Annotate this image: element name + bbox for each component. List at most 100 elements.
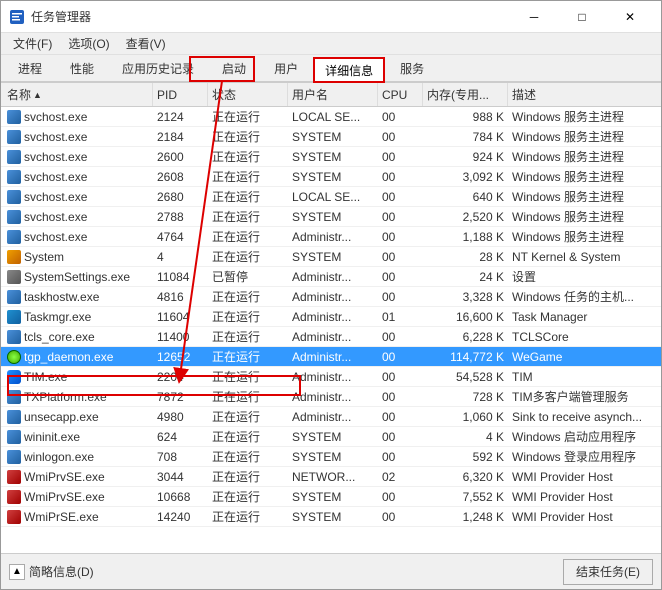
minimize-button[interactable]: ─: [511, 1, 557, 33]
footer: ▲ 简略信息(D) 结束任务(E): [1, 553, 661, 589]
tab-performance[interactable]: 性能: [57, 55, 107, 81]
cell-desc: Windows 服务主进程: [508, 168, 659, 185]
close-button[interactable]: ✕: [607, 1, 653, 33]
cell-status: 正在运行: [208, 408, 288, 425]
table-row[interactable]: System 4 正在运行 SYSTEM 00 28 K NT Kernel &…: [1, 247, 661, 267]
tab-users[interactable]: 用户: [261, 55, 311, 81]
col-desc[interactable]: 描述: [508, 83, 659, 106]
cell-pid: 11604: [153, 310, 208, 324]
cell-name: svchost.exe: [3, 210, 153, 224]
cell-pid: 2788: [153, 210, 208, 224]
col-status[interactable]: 状态: [208, 83, 288, 106]
cell-mem: 2,520 K: [423, 210, 508, 224]
col-user[interactable]: 用户名: [288, 83, 378, 106]
expand-button[interactable]: ▲: [9, 564, 25, 580]
cell-status: 正在运行: [208, 348, 288, 365]
cell-mem: 114,772 K: [423, 350, 508, 364]
table-row[interactable]: TXPlatform.exe 7872 正在运行 Administr... 00…: [1, 387, 661, 407]
col-cpu[interactable]: CPU: [378, 83, 423, 106]
menu-view[interactable]: 查看(V): [118, 33, 174, 54]
cell-cpu: 00: [378, 250, 423, 264]
cell-desc: Task Manager: [508, 310, 659, 324]
table-row[interactable]: taskhostw.exe 4816 正在运行 Administr... 00 …: [1, 287, 661, 307]
title-bar: 任务管理器 ─ □ ✕: [1, 1, 661, 33]
cell-desc: TIM: [508, 370, 659, 384]
col-mem[interactable]: 内存(专用...: [423, 83, 508, 106]
tab-startup[interactable]: 启动: [209, 55, 259, 81]
table-row[interactable]: svchost.exe 2600 正在运行 SYSTEM 00 924 K Wi…: [1, 147, 661, 167]
process-name: Taskmgr.exe: [24, 310, 91, 324]
cell-desc: TCLSCore: [508, 330, 659, 344]
tab-details[interactable]: 详细信息: [313, 57, 385, 83]
table-header: 名称 ▲ PID 状态 用户名 CPU 内存(专用...: [1, 83, 661, 107]
table-row[interactable]: svchost.exe 4764 正在运行 Administr... 00 1,…: [1, 227, 661, 247]
cell-user: Administr...: [288, 290, 378, 304]
cell-mem: 4 K: [423, 430, 508, 444]
table-row[interactable]: WmiPrSE.exe 14240 正在运行 SYSTEM 00 1,248 K…: [1, 507, 661, 527]
process-name: wininit.exe: [24, 430, 80, 444]
cell-mem: 640 K: [423, 190, 508, 204]
table-row[interactable]: svchost.exe 2788 正在运行 SYSTEM 00 2,520 K …: [1, 207, 661, 227]
col-name[interactable]: 名称 ▲: [3, 83, 153, 106]
process-name: System: [24, 250, 64, 264]
menu-options[interactable]: 选项(O): [60, 33, 117, 54]
table-row[interactable]: tcls_core.exe 11400 正在运行 Administr... 00…: [1, 327, 661, 347]
table-row[interactable]: svchost.exe 2608 正在运行 SYSTEM 00 3,092 K …: [1, 167, 661, 187]
cell-status: 正在运行: [208, 208, 288, 225]
menu-file[interactable]: 文件(F): [5, 33, 60, 54]
end-task-button[interactable]: 结束任务(E): [563, 559, 653, 585]
table-row[interactable]: svchost.exe 2184 正在运行 SYSTEM 00 784 K Wi…: [1, 127, 661, 147]
cell-mem: 6,320 K: [423, 470, 508, 484]
tab-processes[interactable]: 进程: [5, 55, 55, 81]
cell-desc: Windows 服务主进程: [508, 228, 659, 245]
table-row[interactable]: WmiPrvSE.exe 3044 正在运行 NETWOR... 02 6,32…: [1, 467, 661, 487]
cell-cpu: 00: [378, 290, 423, 304]
table-row[interactable]: svchost.exe 2124 正在运行 LOCAL SE... 00 988…: [1, 107, 661, 127]
table-row[interactable]: TIM.exe 2204 正在运行 Administr... 00 54,528…: [1, 367, 661, 387]
app-icon: [9, 9, 25, 25]
table-row[interactable]: unsecapp.exe 4980 正在运行 Administr... 00 1…: [1, 407, 661, 427]
process-name: taskhostw.exe: [24, 290, 99, 304]
table-row[interactable]: svchost.exe 2680 正在运行 LOCAL SE... 00 640…: [1, 187, 661, 207]
cell-name: SystemSettings.exe: [3, 270, 153, 284]
tab-app-history[interactable]: 应用历史记录: [109, 55, 207, 81]
table-row[interactable]: wininit.exe 624 正在运行 SYSTEM 00 4 K Windo…: [1, 427, 661, 447]
cell-desc: Windows 任务的主机...: [508, 288, 659, 305]
process-name: WmiPrvSE.exe: [24, 470, 105, 484]
tab-services[interactable]: 服务: [387, 55, 437, 81]
maximize-button[interactable]: □: [559, 1, 605, 33]
cell-status: 正在运行: [208, 168, 288, 185]
cell-name: TIM.exe: [3, 370, 153, 384]
table-row[interactable]: SystemSettings.exe 11084 已暂停 Administr..…: [1, 267, 661, 287]
cell-mem: 54,528 K: [423, 370, 508, 384]
cell-mem: 16,600 K: [423, 310, 508, 324]
process-icon: [7, 430, 21, 444]
cell-cpu: 00: [378, 210, 423, 224]
col-pid[interactable]: PID: [153, 83, 208, 106]
cell-user: SYSTEM: [288, 210, 378, 224]
table-row[interactable]: Taskmgr.exe 11604 正在运行 Administr... 01 1…: [1, 307, 661, 327]
cell-cpu: 00: [378, 110, 423, 124]
cell-status: 正在运行: [208, 508, 288, 525]
window-controls: ─ □ ✕: [511, 1, 653, 33]
process-icon: [7, 450, 21, 464]
cell-name: wininit.exe: [3, 430, 153, 444]
cell-desc: Windows 服务主进程: [508, 128, 659, 145]
table-row[interactable]: tgp_daemon.exe 12652 正在运行 Administr... 0…: [1, 347, 661, 367]
cell-user: SYSTEM: [288, 150, 378, 164]
summary-label[interactable]: 简略信息(D): [29, 563, 94, 580]
process-icon: [7, 210, 21, 224]
cell-user: SYSTEM: [288, 450, 378, 464]
cell-user: SYSTEM: [288, 170, 378, 184]
cell-pid: 624: [153, 430, 208, 444]
table-row[interactable]: winlogon.exe 708 正在运行 SYSTEM 00 592 K Wi…: [1, 447, 661, 467]
cell-status: 正在运行: [208, 488, 288, 505]
cell-user: SYSTEM: [288, 250, 378, 264]
process-name: WmiPrSE.exe: [24, 510, 99, 524]
cell-pid: 4980: [153, 410, 208, 424]
cell-user: Administr...: [288, 350, 378, 364]
table-row[interactable]: WmiPrvSE.exe 10668 正在运行 SYSTEM 00 7,552 …: [1, 487, 661, 507]
process-icon: [7, 390, 21, 404]
cell-name: WmiPrvSE.exe: [3, 490, 153, 504]
cell-pid: 4: [153, 250, 208, 264]
